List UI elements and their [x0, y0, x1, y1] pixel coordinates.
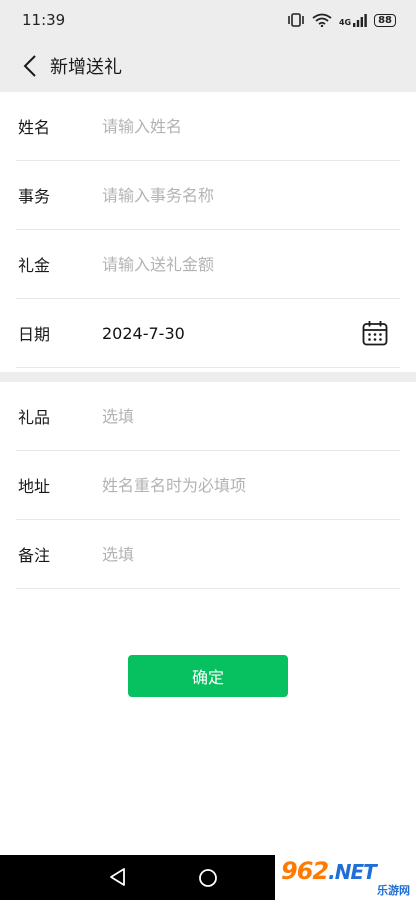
system-back-icon[interactable] [108, 867, 128, 887]
nav-bar: 新增送礼 [0, 40, 416, 92]
confirm-button[interactable]: 确定 [128, 655, 288, 697]
form-row-money: 礼金 [16, 230, 400, 299]
matter-label: 事务 [18, 187, 51, 206]
chevron-left-icon [23, 55, 36, 77]
wifi-icon [312, 13, 332, 27]
page-title: 新增送礼 [50, 57, 122, 78]
system-home-icon[interactable] [198, 868, 218, 888]
form-section-basic: 姓名 事务 礼金 日期 2024-7-30 [0, 92, 416, 368]
money-label: 礼金 [18, 256, 51, 275]
signal-icon: 4G [338, 13, 367, 27]
money-input[interactable] [102, 254, 400, 274]
date-value[interactable]: 2024-7-30 [102, 324, 360, 343]
remark-label: 备注 [18, 546, 51, 565]
watermark-sub-text: 乐游网 [377, 884, 410, 897]
calendar-icon[interactable] [360, 318, 390, 348]
gift-input[interactable] [102, 406, 400, 426]
gift-label: 礼品 [18, 408, 51, 427]
watermark-logo-text: 962.NET [281, 857, 377, 885]
remark-input[interactable] [102, 544, 400, 564]
form-row-date[interactable]: 日期 2024-7-30 [16, 299, 400, 368]
date-label: 日期 [18, 325, 51, 344]
back-button[interactable] [10, 40, 50, 92]
battery-indicator: 88 [374, 13, 396, 27]
status-icons: 4G 88 [287, 13, 396, 27]
address-label: 地址 [18, 477, 51, 496]
form-row-gift: 礼品 [16, 382, 400, 451]
watermark-logo: 962.NET 乐游网 [275, 855, 416, 900]
form-row-matter: 事务 [16, 161, 400, 230]
form-row-remark: 备注 [16, 520, 400, 589]
name-input[interactable] [102, 116, 400, 136]
network-label: 4G [338, 17, 352, 27]
form-row-name: 姓名 [16, 92, 400, 161]
status-time: 11:39 [22, 11, 66, 29]
section-divider [0, 372, 416, 382]
status-bar: 11:39 4G 88 [0, 0, 416, 40]
form-row-address: 地址 [16, 451, 400, 520]
address-input[interactable] [102, 475, 400, 495]
vibrate-icon [288, 13, 304, 27]
name-label: 姓名 [18, 118, 51, 137]
matter-input[interactable] [102, 185, 400, 205]
form-section-extra: 礼品 地址 备注 [0, 382, 416, 589]
